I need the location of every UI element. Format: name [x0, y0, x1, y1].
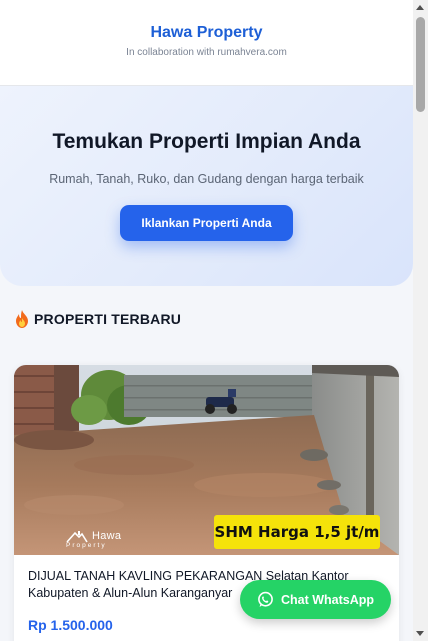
- hero-section: Temukan Properti Impian Anda Rumah, Tana…: [0, 86, 413, 286]
- scrollbar-thumb[interactable]: [416, 17, 425, 112]
- hero-tagline: Rumah, Tanah, Ruko, dan Gudang dengan ha…: [49, 172, 364, 186]
- section-title: PROPERTI TERBARU: [34, 311, 182, 327]
- section-heading: PROPERTI TERBARU: [15, 309, 181, 329]
- hero-heading: Temukan Properti Impian Anda: [52, 130, 361, 153]
- advertise-property-button[interactable]: Iklankan Properti Anda: [120, 205, 293, 241]
- whatsapp-label: Chat WhatsApp: [280, 592, 375, 607]
- site-title[interactable]: Hawa Property: [0, 24, 413, 42]
- whatsapp-icon: [258, 591, 273, 607]
- price-badge: SHM Harga 1,5 jt/m: [214, 515, 380, 549]
- property-price: Rp 1.500.000: [28, 617, 113, 633]
- page: Hawa Property In collaboration with ruma…: [0, 0, 413, 641]
- property-photo[interactable]: Hawa Property SHM Harga 1,5 jt/m: [14, 365, 399, 555]
- vertical-scrollbar[interactable]: [413, 0, 428, 641]
- whatsapp-chat-button[interactable]: Chat WhatsApp: [240, 580, 391, 619]
- scroll-down-icon[interactable]: [416, 631, 424, 636]
- watermark-name: Hawa: [92, 530, 122, 542]
- watermark: Hawa Property: [66, 530, 128, 552]
- fire-icon: [16, 310, 28, 328]
- watermark-sub: Property: [66, 542, 107, 549]
- scroll-up-icon[interactable]: [416, 5, 424, 10]
- site-header: Hawa Property In collaboration with ruma…: [0, 0, 413, 86]
- site-subtitle: In collaboration with rumahvera.com: [126, 47, 287, 58]
